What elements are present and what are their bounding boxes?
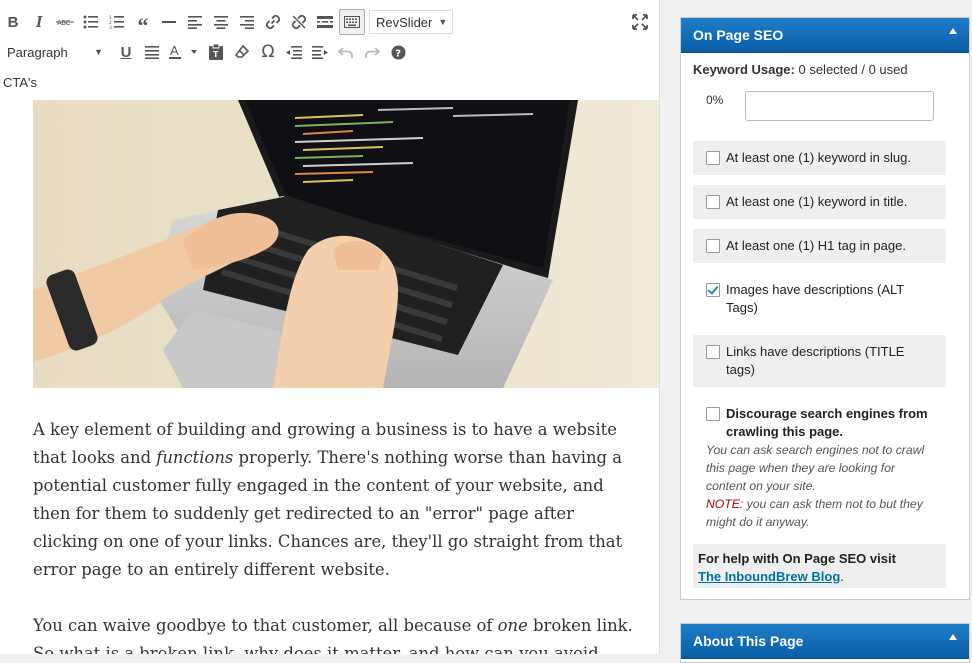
- paste-text-icon[interactable]: T: [203, 39, 229, 65]
- align-left-icon[interactable]: [182, 9, 208, 35]
- format-select[interactable]: Paragraph ▼: [1, 40, 109, 64]
- svg-text:T: T: [213, 50, 219, 59]
- redo-icon[interactable]: [359, 39, 385, 65]
- checkbox[interactable]: [706, 345, 720, 359]
- checkbox[interactable]: [706, 239, 720, 253]
- post-content[interactable]: A key element of building and growing a …: [33, 416, 633, 654]
- read-more-icon[interactable]: [312, 9, 338, 35]
- numbered-list-icon[interactable]: 123: [104, 9, 130, 35]
- format-select-value: Paragraph: [7, 44, 68, 60]
- on-page-seo-title: On Page SEO: [693, 27, 784, 43]
- svg-text:A: A: [170, 44, 179, 58]
- clear-formatting-icon[interactable]: [229, 39, 255, 65]
- collapse-arrow-icon[interactable]: [949, 634, 957, 640]
- svg-text:3: 3: [109, 25, 112, 29]
- bold-icon[interactable]: B: [0, 9, 26, 35]
- keyword-usage: Keyword Usage: 0 selected / 0 used: [693, 62, 908, 77]
- undo-icon[interactable]: [333, 39, 359, 65]
- checkbox[interactable]: [706, 407, 720, 421]
- toolbar-row-2: Paragraph ▼ U A T Ω ?: [0, 37, 411, 67]
- keyword-percent: 0%: [706, 93, 724, 107]
- editor-toolbar: B I ABC 123 “ RevSlider ▼ Paragraph ▼ U …: [0, 0, 659, 100]
- revslider-label: RevSlider: [376, 14, 433, 30]
- checkbox-checked[interactable]: [706, 283, 720, 297]
- check-image-alt[interactable]: Images have descriptions (ALT Tags): [693, 273, 946, 325]
- on-page-seo-header[interactable]: On Page SEO: [681, 18, 969, 53]
- check-keyword-slug[interactable]: At least one (1) keyword in slug.: [693, 141, 946, 175]
- sidebar: On Page SEO Keyword Usage: 0 selected / …: [660, 0, 972, 663]
- collapse-arrow-icon[interactable]: [949, 28, 957, 34]
- check-link-title[interactable]: Links have descriptions (TITLE tags): [693, 335, 946, 387]
- paragraph-2: You can waive goodbye to that customer, …: [33, 616, 633, 654]
- paragraph-1: A key element of building and growing a …: [33, 420, 623, 579]
- on-page-seo-box: On Page SEO Keyword Usage: 0 selected / …: [680, 17, 970, 600]
- outdent-icon[interactable]: [281, 39, 307, 65]
- check-discourage-search[interactable]: Discourage search engines from crawling …: [693, 397, 946, 539]
- about-this-page-title: About This Page: [693, 633, 804, 649]
- bullet-list-icon[interactable]: [78, 9, 104, 35]
- blockquote-icon[interactable]: “: [130, 5, 156, 39]
- horizontal-rule-icon[interactable]: [156, 9, 182, 35]
- discourage-warning: NOTE: you can ask them not to but they m…: [706, 497, 923, 529]
- seo-help: For help with On Page SEO visit The Inbo…: [693, 544, 946, 588]
- strikethrough-icon[interactable]: ABC: [52, 9, 78, 35]
- help-icon[interactable]: ?: [385, 39, 411, 65]
- revslider-dropdown[interactable]: RevSlider ▼: [369, 10, 453, 34]
- chevron-down-icon: ▼: [94, 47, 103, 57]
- align-center-icon[interactable]: [208, 9, 234, 35]
- indent-icon[interactable]: [307, 39, 333, 65]
- svg-text:?: ?: [395, 48, 401, 59]
- checkbox[interactable]: [706, 151, 720, 165]
- unlink-icon[interactable]: [286, 9, 312, 35]
- check-h1-tag[interactable]: At least one (1) H1 tag in page.: [693, 229, 946, 263]
- toolbar-row-1: B I ABC 123 “ RevSlider ▼: [0, 5, 453, 39]
- special-character-icon[interactable]: Ω: [255, 39, 281, 65]
- align-right-icon[interactable]: [234, 9, 260, 35]
- keyword-input[interactable]: [745, 91, 934, 121]
- toolbar-toggle-icon[interactable]: [339, 9, 365, 35]
- text-color-icon[interactable]: A: [165, 39, 203, 65]
- post-editor: B I ABC 123 “ RevSlider ▼ Paragraph ▼ U …: [0, 0, 660, 654]
- italic-icon[interactable]: I: [26, 9, 52, 35]
- about-this-page-box: About This Page: [680, 623, 970, 663]
- link-icon[interactable]: [260, 9, 286, 35]
- cta-button[interactable]: CTA's: [0, 75, 37, 90]
- underline-icon[interactable]: U: [113, 39, 139, 65]
- post-image-laptop[interactable]: [33, 100, 659, 388]
- check-keyword-title[interactable]: At least one (1) keyword in title.: [693, 185, 946, 219]
- fullscreen-icon[interactable]: [628, 10, 652, 34]
- justify-icon[interactable]: [139, 39, 165, 65]
- toolbar-row-3: CTA's: [0, 67, 37, 97]
- svg-text:ABC: ABC: [57, 19, 70, 27]
- checkbox[interactable]: [706, 195, 720, 209]
- chevron-down-icon: ▼: [438, 17, 448, 27]
- discourage-note: You can ask search engines not to crawl …: [706, 443, 925, 493]
- inboundbrew-blog-link[interactable]: The InboundBrew Blog: [698, 569, 840, 584]
